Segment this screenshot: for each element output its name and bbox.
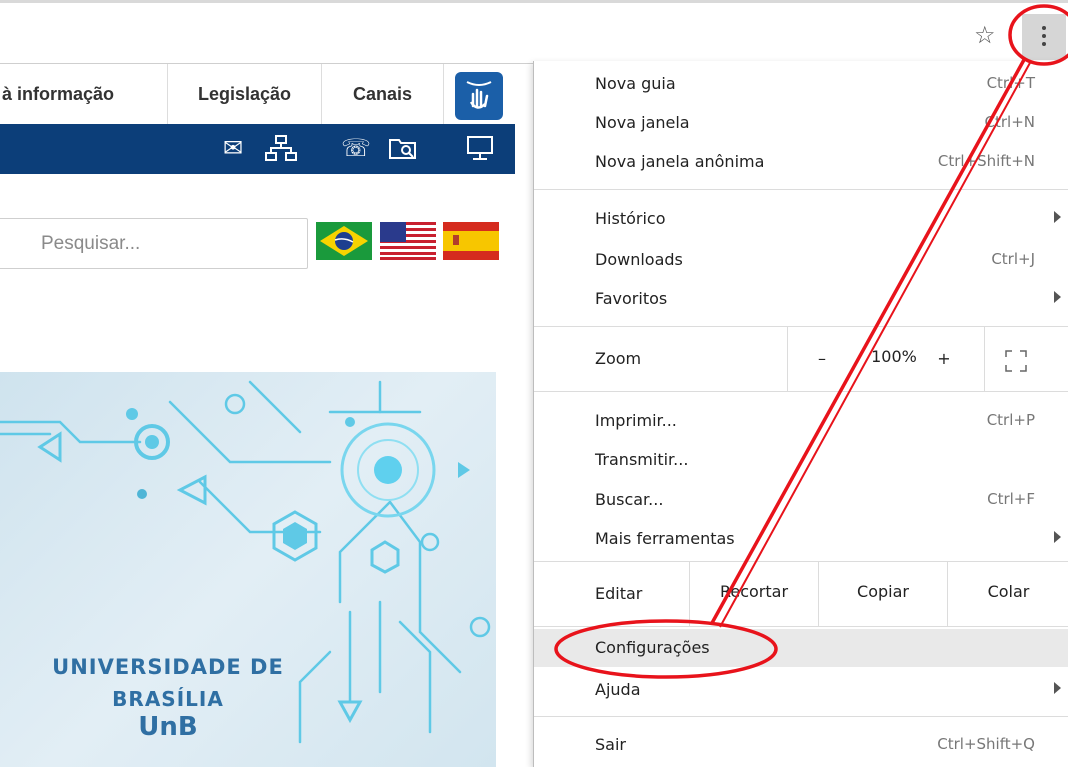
menu-item-transmitir[interactable]: Transmitir...: [534, 441, 1068, 479]
fullscreen-icon[interactable]: [1004, 349, 1028, 373]
menu-item-label: Ajuda: [595, 680, 641, 699]
menu-dot-icon: [1042, 26, 1046, 30]
brazil-flag-icon[interactable]: [316, 222, 372, 260]
menu-item-label: Histórico: [595, 209, 666, 228]
menu-item-nova-janela-anonima[interactable]: Nova janela anônima Ctrl+Shift+N: [534, 143, 1068, 181]
menu-item-ajuda[interactable]: Ajuda: [534, 671, 1068, 709]
menu-item-shortcut: Ctrl+J: [991, 250, 1035, 268]
submenu-arrow-icon: [1054, 291, 1061, 303]
menu-item-sair[interactable]: Sair Ctrl+Shift+Q: [534, 726, 1068, 764]
menu-item-label: Transmitir...: [595, 450, 689, 469]
menu-item-label: Mais ferramentas: [595, 529, 735, 548]
paste-button[interactable]: Colar: [948, 582, 1068, 601]
folder-search-icon[interactable]: [385, 130, 421, 166]
edit-row: Editar Recortar Copiar Colar: [534, 562, 1068, 626]
site-navigation: à informação Legislação Canais: [0, 64, 515, 124]
menu-item-shortcut: Ctrl+Shift+Q: [937, 735, 1035, 753]
nav-item-canais[interactable]: Canais: [322, 64, 444, 124]
menu-item-downloads[interactable]: Downloads Ctrl+J: [534, 241, 1068, 279]
menu-item-nova-guia[interactable]: Nova guia Ctrl+T: [534, 65, 1068, 103]
menu-dot-icon: [1042, 42, 1046, 46]
chrome-main-menu: Nova guia Ctrl+T Nova janela Ctrl+N Nova…: [533, 61, 1068, 767]
spain-flag-icon[interactable]: [443, 222, 499, 260]
menu-item-configuracoes[interactable]: Configurações: [534, 629, 1068, 667]
menu-item-imprimir[interactable]: Imprimir... Ctrl+P: [534, 402, 1068, 440]
nav-item-acesso-informacao[interactable]: à informação: [0, 64, 168, 124]
bookmark-star-icon[interactable]: ☆: [974, 23, 996, 47]
menu-separator: [534, 189, 1068, 190]
sign-language-icon[interactable]: [455, 72, 503, 120]
menu-item-shortcut: Ctrl+Shift+N: [937, 152, 1035, 170]
menu-item-label: Favoritos: [595, 289, 668, 308]
copy-button[interactable]: Copiar: [819, 582, 947, 601]
menu-item-shortcut: Ctrl+P: [986, 411, 1035, 429]
sitemap-icon[interactable]: [263, 130, 299, 166]
zoom-divider: [984, 327, 985, 391]
menu-item-shortcut: Ctrl+F: [987, 490, 1035, 508]
menu-item-label: Downloads: [595, 250, 683, 269]
banner-line-1: UNIVERSIDADE DE: [52, 655, 284, 679]
zoom-row: Zoom – 100% +: [534, 327, 1068, 391]
banner-line-2: BRASÍLIA: [112, 687, 224, 711]
site-search-box[interactable]: [0, 218, 308, 269]
submenu-arrow-icon: [1054, 682, 1061, 694]
menu-item-label: Configurações: [595, 638, 710, 657]
menu-item-nova-janela[interactable]: Nova janela Ctrl+N: [534, 104, 1068, 142]
menu-item-favoritos[interactable]: Favoritos: [534, 280, 1068, 318]
menu-item-mais-ferramentas[interactable]: Mais ferramentas: [534, 520, 1068, 558]
submenu-arrow-icon: [1054, 211, 1061, 223]
search-input[interactable]: [0, 219, 307, 268]
nav-item-legislacao[interactable]: Legislação: [168, 64, 322, 124]
email-icon[interactable]: ✉: [215, 130, 251, 166]
zoom-label: Zoom: [595, 349, 642, 368]
menu-item-label: Imprimir...: [595, 411, 677, 430]
submenu-arrow-icon: [1054, 531, 1061, 543]
phone-icon[interactable]: ☏: [338, 130, 374, 166]
edit-label: Editar: [595, 584, 643, 603]
menu-separator: [534, 391, 1068, 392]
menu-item-label: Nova janela: [595, 113, 690, 132]
menu-dot-icon: [1042, 34, 1046, 38]
menu-item-historico[interactable]: Histórico: [534, 200, 1068, 238]
menu-item-label: Buscar...: [595, 490, 664, 509]
site-topbar: ✉ ☏: [0, 124, 515, 174]
menu-item-label: Nova guia: [595, 74, 676, 93]
menu-item-label: Nova janela anônima: [595, 152, 765, 171]
menu-item-label: Sair: [595, 735, 626, 754]
banner-line-3: UnB: [138, 712, 198, 742]
menu-item-shortcut: Ctrl+N: [984, 113, 1035, 131]
usa-flag-icon[interactable]: [380, 222, 436, 260]
zoom-divider: [787, 327, 788, 391]
monitor-icon[interactable]: [462, 130, 498, 166]
cut-button[interactable]: Recortar: [690, 582, 818, 601]
chrome-menu-button[interactable]: [1022, 14, 1066, 60]
menu-separator: [534, 716, 1068, 717]
menu-item-buscar[interactable]: Buscar... Ctrl+F: [534, 481, 1068, 519]
menu-item-shortcut: Ctrl+T: [986, 74, 1035, 92]
zoom-in-button[interactable]: +: [926, 349, 962, 368]
menu-separator: [534, 626, 1068, 627]
unb-banner: UNIVERSIDADE DE BRASÍLIA UnB: [0, 372, 496, 767]
zoom-out-button[interactable]: –: [804, 349, 840, 368]
browser-toolbar: ☆: [0, 0, 1068, 64]
